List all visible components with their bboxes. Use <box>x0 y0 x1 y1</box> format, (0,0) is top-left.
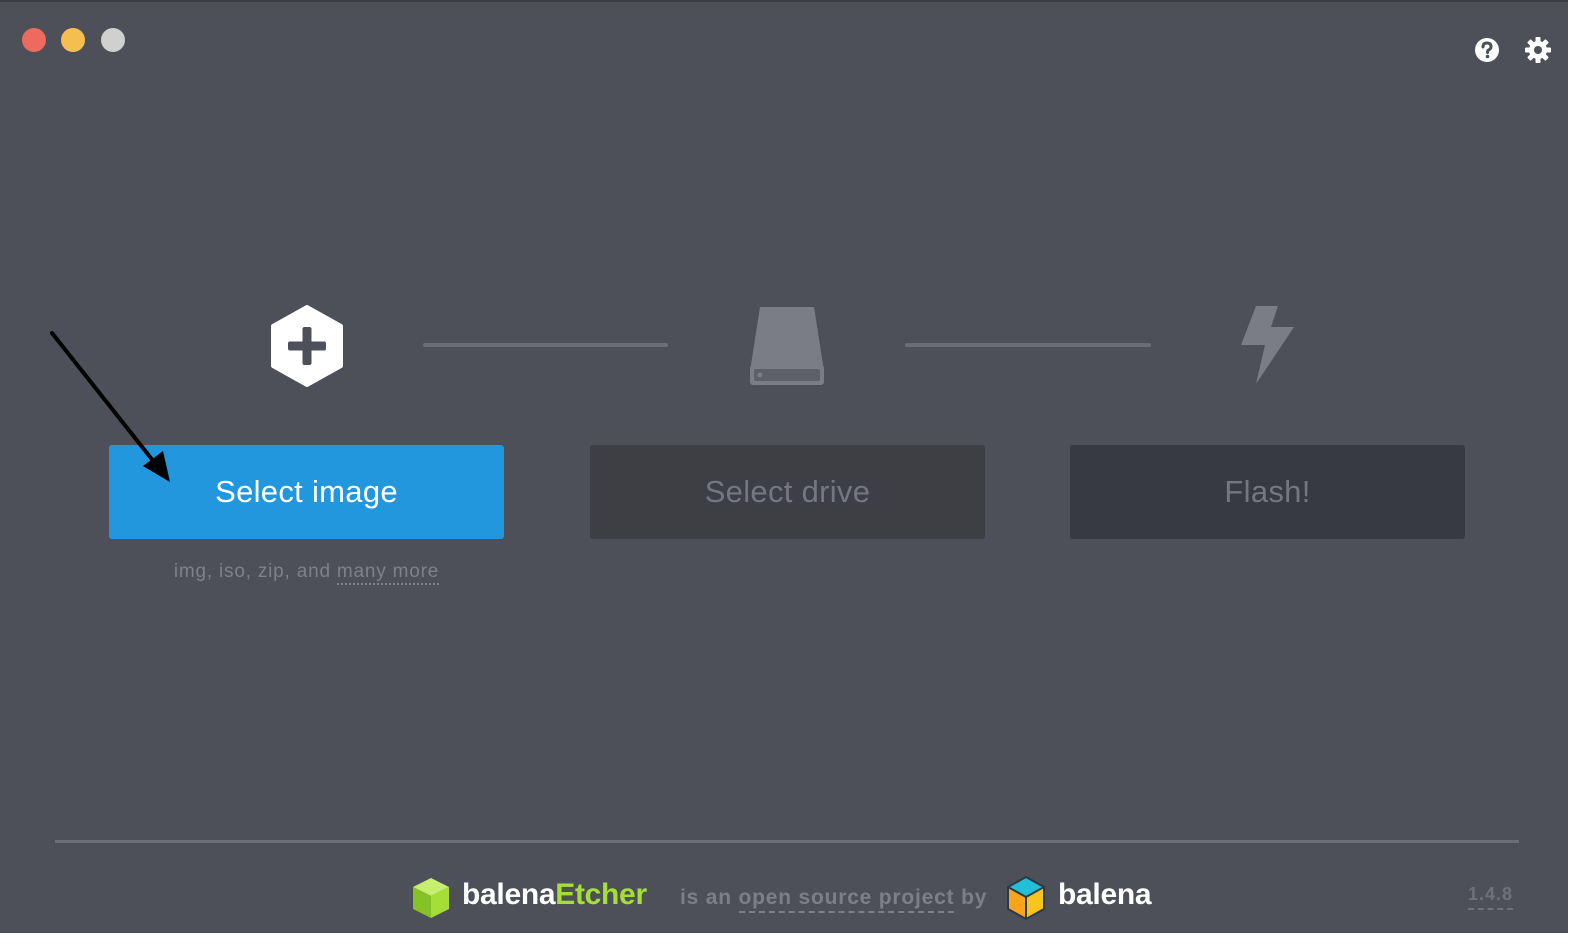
footer-tagline: is an open source project by <box>680 886 988 913</box>
flash-button[interactable]: Flash! <box>1070 445 1465 539</box>
supported-formats-text: img, iso, zip, and <box>173 561 331 582</box>
brand-accent: Etcher <box>555 878 647 911</box>
tagline-prefix: is an <box>680 886 732 909</box>
brand-prefix: balena <box>462 878 556 911</box>
help-icon[interactable] <box>1473 36 1501 64</box>
select-image-button[interactable]: Select image <box>109 445 504 539</box>
step-connector-2 <box>905 343 1151 347</box>
footer-divider <box>55 840 1519 843</box>
open-source-link[interactable]: open source project <box>738 886 955 913</box>
step-connector-1 <box>423 343 668 347</box>
many-more-link[interactable]: many more <box>336 561 440 585</box>
window-minimize-button[interactable] <box>61 28 85 52</box>
app-window: Select image Select drive Flash! img, is… <box>0 0 1568 933</box>
lightning-bolt-icon <box>1238 305 1296 385</box>
etcher-logo-icon[interactable] <box>411 876 451 920</box>
supported-formats: img, iso, zip, and many more <box>109 561 504 585</box>
footer: balenaEtcher is an open source project b… <box>0 872 1568 922</box>
tagline-suffix: by <box>961 886 988 909</box>
balena-logo-icon[interactable] <box>1006 875 1046 921</box>
window-maximize-button[interactable] <box>101 28 125 52</box>
select-drive-button[interactable]: Select drive <box>590 445 985 539</box>
balena-wordmark[interactable]: balena <box>1058 878 1152 912</box>
hexagon-plus-icon[interactable] <box>268 305 346 387</box>
gear-icon[interactable] <box>1524 36 1552 64</box>
window-close-button[interactable] <box>22 28 46 52</box>
drive-icon <box>748 305 826 387</box>
etcher-wordmark[interactable]: balenaEtcher <box>462 878 647 912</box>
version-link[interactable]: 1.4.8 <box>1468 884 1514 910</box>
